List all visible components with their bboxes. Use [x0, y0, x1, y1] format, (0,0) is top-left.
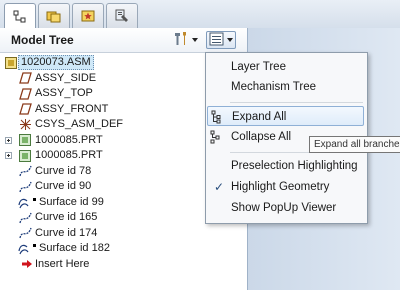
part-icon — [18, 134, 32, 147]
modified-marker — [33, 244, 36, 247]
tab-folder-browser[interactable] — [38, 3, 70, 28]
menu-item-label: Collapse All — [231, 131, 292, 143]
tab-model-tree[interactable] — [4, 3, 36, 29]
show-menu-button[interactable] — [206, 31, 236, 49]
tree-item[interactable]: Curve id 90 — [0, 179, 210, 195]
show-menu-caret — [227, 38, 233, 42]
tree-item-label: Surface id 182 — [39, 242, 110, 254]
tree-item-insert-here[interactable]: Insert Here — [0, 257, 210, 273]
expand-all-icon — [211, 110, 225, 124]
menu-item-label: Preselection Highlighting — [231, 160, 358, 172]
tools-settings-icon — [172, 31, 190, 50]
menu-item-preselection-highlighting[interactable]: Preselection Highlighting — [207, 156, 364, 176]
tree-item-label: ASSY_SIDE — [35, 71, 97, 84]
curve-icon — [18, 165, 32, 178]
tree-item[interactable]: ASSY_FRONT — [0, 102, 210, 118]
model-tree-header: Model Tree — [0, 28, 247, 53]
tab-layers[interactable] — [106, 3, 138, 28]
datum-plane-icon — [18, 72, 32, 85]
tooltip: Expand all branches — [309, 136, 400, 153]
surface-icon — [18, 196, 32, 209]
tree-item-label: 1000085.PRT — [35, 149, 103, 161]
settings-button[interactable] — [172, 31, 202, 49]
tree-item[interactable]: ASSY_TOP — [0, 86, 210, 102]
menu-separator — [230, 102, 363, 103]
model-tree-icon — [13, 10, 27, 24]
menu-item-label: Mechanism Tree — [231, 81, 317, 93]
tree-item[interactable]: Curve id 78 — [0, 164, 210, 180]
panel-title: Model Tree — [11, 33, 74, 47]
menu-item-show-popup-viewer[interactable]: Show PopUp Viewer — [207, 198, 364, 218]
folder-browser-icon — [46, 9, 62, 23]
tree-item[interactable]: Surface id 99 — [0, 195, 210, 211]
tree-item-label: ASSY_FRONT — [35, 102, 109, 115]
modified-marker — [33, 197, 36, 201]
checkmark-icon: ✓ — [214, 180, 225, 194]
tree-item-label: Curve id 165 — [35, 211, 98, 223]
coordinate-system-icon — [18, 118, 32, 131]
navigator-tab-strip — [0, 0, 400, 29]
model-tree: 1020073.ASM ASSY_SIDE ASSY_TOP ASSY_FRON… — [0, 55, 210, 272]
collapse-all-icon — [210, 130, 224, 144]
surface-icon — [18, 242, 32, 255]
menu-item-label: Expand All — [232, 111, 287, 123]
tree-root-node[interactable]: 1020073.ASM — [0, 55, 210, 71]
show-menu-icon — [209, 32, 225, 49]
model-tree-window: Model Tree 1020073.ASM ASSY_SIDE ASSY_TO… — [0, 0, 400, 290]
tree-item[interactable]: 1000085.PRT — [0, 133, 210, 149]
layer-tools-icon — [114, 8, 130, 24]
tree-item-label: Curve id 174 — [35, 226, 98, 239]
tree-item-label: ASSY_TOP — [35, 87, 93, 99]
tree-item[interactable]: Curve id 174 — [0, 226, 210, 242]
datum-plane-icon — [18, 103, 32, 116]
tree-item-label: Insert Here — [35, 257, 90, 270]
settings-dropdown-caret — [192, 38, 198, 42]
tree-item[interactable]: Surface id 182 — [0, 241, 210, 257]
tree-item[interactable]: ASSY_SIDE — [0, 71, 210, 87]
curve-icon — [18, 227, 32, 240]
curve-icon — [18, 211, 32, 224]
insert-arrow-icon — [20, 258, 34, 271]
tree-item[interactable]: CSYS_ASM_DEF — [0, 117, 210, 133]
tree-item-label: Surface id 99 — [39, 195, 104, 208]
menu-item-expand-all[interactable]: Expand All — [207, 106, 364, 126]
favorites-icon — [81, 9, 95, 23]
menu-item-label: Highlight Geometry — [231, 181, 330, 193]
assembly-icon — [4, 56, 18, 69]
tree-item[interactable]: Curve id 165 — [0, 210, 210, 226]
tree-item-label: Curve id 78 — [35, 164, 92, 177]
tab-favorites[interactable] — [72, 3, 104, 28]
expand-node-toggle[interactable] — [5, 152, 12, 159]
tree-root-label: 1020073.ASM — [18, 55, 94, 70]
tree-item-label: Curve id 90 — [35, 180, 92, 192]
tree-item[interactable]: 1000085.PRT — [0, 148, 210, 164]
menu-item-layer-tree[interactable]: Layer Tree — [207, 57, 364, 77]
menu-item-highlight-geometry[interactable]: ✓ Highlight Geometry — [207, 177, 364, 197]
tree-item-label: CSYS_ASM_DEF — [35, 118, 124, 130]
curve-icon — [18, 180, 32, 193]
menu-item-label: Show PopUp Viewer — [231, 202, 337, 214]
datum-plane-icon — [18, 87, 32, 100]
menu-item-mechanism-tree[interactable]: Mechanism Tree — [207, 77, 364, 97]
part-icon — [18, 149, 32, 162]
tree-item-label: 1000085.PRT — [35, 133, 103, 146]
expand-node-toggle[interactable] — [5, 136, 12, 144]
menu-item-label: Layer Tree — [231, 61, 286, 73]
